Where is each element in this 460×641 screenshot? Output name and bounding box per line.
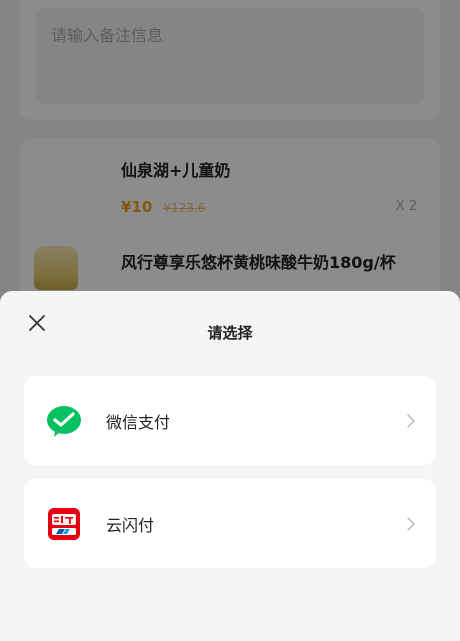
unionpay-option[interactable]: 云闪付 [24,479,436,568]
sheet-title: 请选择 [207,324,253,342]
wechat-pay-label: 微信支付 [106,413,171,432]
unionpay-label: 云闪付 [106,516,155,535]
unionpay-icon [48,508,80,540]
wechat-pay-option[interactable]: 微信支付 [24,376,436,465]
wechat-pay-icon [47,406,81,437]
chevron-right-icon [407,517,415,531]
payment-sheet: 请选择 微信支付 云闪付 [0,291,460,641]
chevron-right-icon [407,414,415,428]
